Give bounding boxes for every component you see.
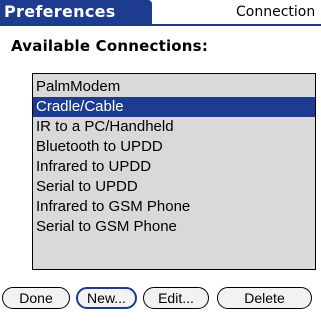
preferences-screen: Preferences Connection Available Connect… — [0, 0, 321, 321]
list-item-infrared-to-gsm-phone[interactable]: Infrared to GSM Phone — [33, 197, 315, 217]
list-item-serial-to-updd[interactable]: Serial to UPDD — [33, 177, 315, 197]
delete-button[interactable]: Delete — [217, 287, 312, 309]
list-item-bluetooth-to-updd[interactable]: Bluetooth to UPDD — [33, 137, 315, 157]
list-item-palmmodem[interactable]: PalmModem — [33, 77, 315, 97]
bottom-edge — [0, 312, 321, 321]
new-button[interactable]: New... — [76, 287, 137, 309]
edit-button[interactable]: Edit... — [143, 287, 209, 309]
title-bar: Preferences Connection — [0, 0, 321, 26]
list-item-cradle-cable[interactable]: Cradle/Cable — [33, 97, 315, 117]
list-heading: Available Connections: — [11, 37, 209, 55]
list-item-infrared-to-updd[interactable]: Infrared to UPDD — [33, 157, 315, 177]
category-picker[interactable]: Connection — [236, 0, 315, 24]
connections-list[interactable]: PalmModem Cradle/Cable IR to a PC/Handhe… — [32, 73, 316, 270]
app-title[interactable]: Preferences — [0, 0, 152, 24]
list-item-serial-to-gsm-phone[interactable]: Serial to GSM Phone — [33, 217, 315, 237]
done-button[interactable]: Done — [2, 287, 70, 309]
list-item-ir-to-pc-handheld[interactable]: IR to a PC/Handheld — [33, 117, 315, 137]
